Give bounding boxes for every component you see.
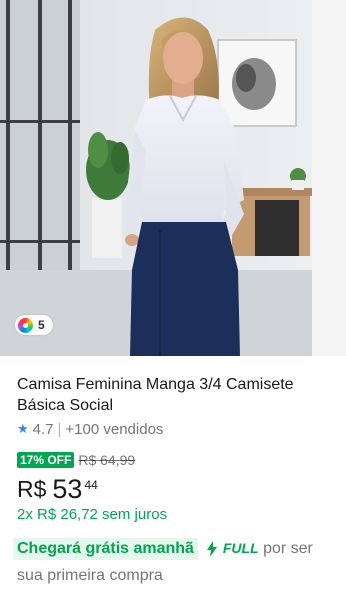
product-card[interactable]: 5 Camisa Feminina Manga 3/4 Camisete Bás… [0,0,346,601]
color-wheel-icon [18,317,33,333]
full-label: FULL [222,540,259,556]
free-shipping-highlight: Chegará grátis amanhã [13,538,198,560]
discount-badge: 17% OFF [17,451,75,468]
rating-row: ★ 4.7 | +100 vendidos [17,420,337,438]
product-photo [0,0,346,356]
rating-value: 4.7 [32,420,54,438]
lightning-bolt-icon [207,540,218,557]
variant-count: 5 [38,318,45,332]
rating-separator: | [57,420,62,438]
product-info: Camisa Feminina Manga 3/4 Camisete Básic… [13,374,337,589]
product-title[interactable]: Camisa Feminina Manga 3/4 Camisete Básic… [17,374,337,416]
sales-count: +100 vendidos [65,420,164,438]
star-icon: ★ [17,421,29,436]
product-image[interactable]: 5 [0,0,346,356]
color-variants-badge[interactable]: 5 [15,315,53,335]
discount-row: 17% OFF R$ 64,99 [17,451,337,468]
current-price: R$ 53 44 [17,474,337,504]
installments-text: 2x R$ 26,72 sem juros [17,506,168,523]
shipping-info: Chegará grátis amanhã FULL por ser sua p… [13,535,337,589]
price-integer: 53 [52,474,83,504]
old-price: R$ 64,99 [78,451,136,468]
price-cents: 44 [84,478,98,492]
price-currency: R$ [17,476,47,502]
